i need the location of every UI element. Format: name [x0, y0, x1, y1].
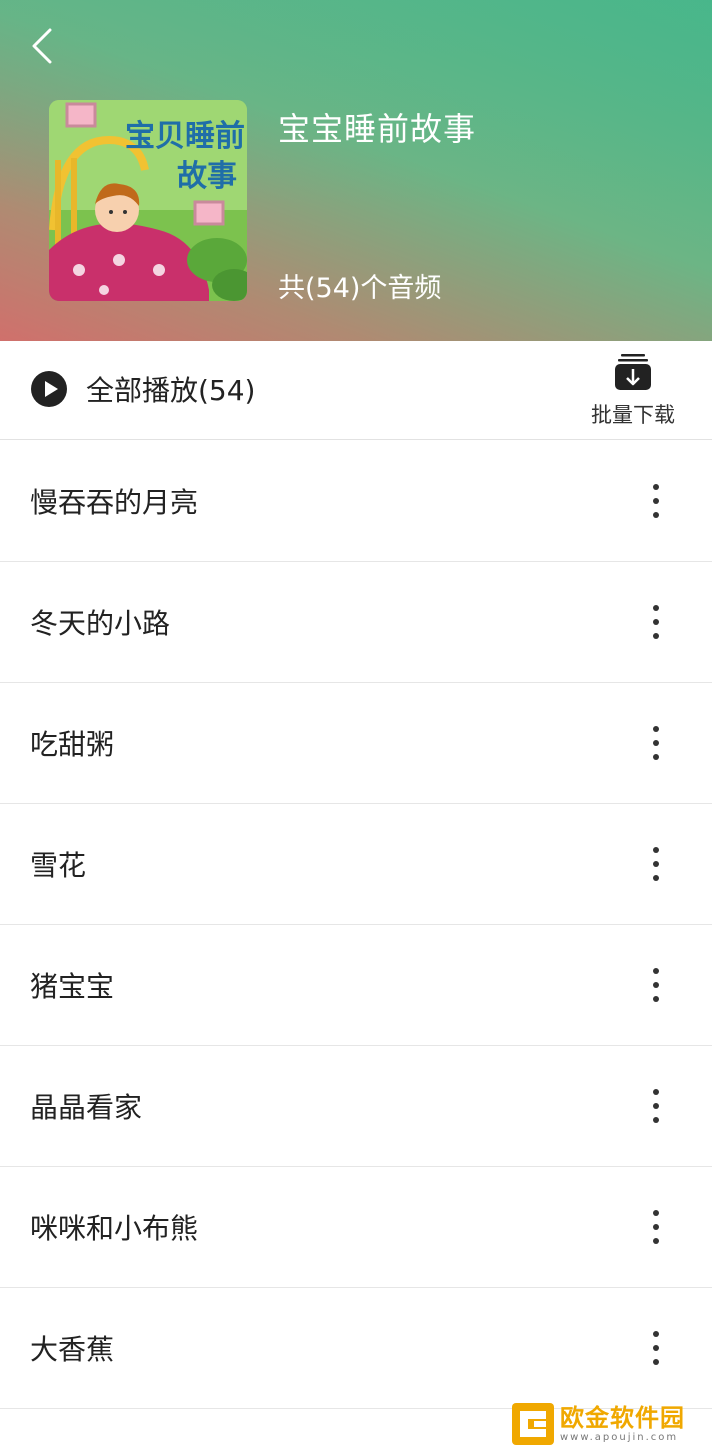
list-item[interactable]: 吃甜粥 [0, 683, 712, 804]
watermark-logo-icon [512, 1403, 554, 1445]
watermark-url: www.apoujin.com [560, 1432, 679, 1443]
more-button[interactable] [640, 965, 672, 1005]
batch-download-button[interactable]: 批量下载 [580, 353, 686, 433]
more-button[interactable] [640, 723, 672, 763]
play-circle-icon [31, 371, 67, 407]
track-title: 大香蕉 [30, 1333, 115, 1366]
more-button[interactable] [640, 1207, 672, 1247]
list-item[interactable]: 晶晶看家 [0, 1046, 712, 1167]
more-vertical-icon [653, 605, 659, 639]
list-item[interactable]: 猪宝宝 [0, 925, 712, 1046]
more-vertical-icon [653, 484, 659, 518]
watermark: 欧金软件园 www.apoujin.com [512, 1402, 708, 1446]
more-vertical-icon [653, 968, 659, 1002]
more-button[interactable] [640, 844, 672, 884]
cover-title-line2: 故事 [177, 159, 237, 194]
more-button[interactable] [640, 602, 672, 642]
more-vertical-icon [653, 1210, 659, 1244]
track-title: 慢吞吞的月亮 [30, 486, 199, 519]
album-header: 宝贝睡前 故事 宝宝睡前故事 共(54)个音频 [0, 0, 712, 341]
list-item[interactable]: 冬天的小路 [0, 562, 712, 683]
play-all-label: 全部播放(54) [86, 374, 256, 407]
more-button[interactable] [640, 481, 672, 521]
list-item[interactable]: 慢吞吞的月亮 [0, 441, 712, 562]
track-title: 冬天的小路 [30, 607, 171, 640]
more-vertical-icon [653, 726, 659, 760]
back-button[interactable] [22, 26, 62, 66]
album-cover: 宝贝睡前 故事 [49, 100, 247, 301]
watermark-name: 欧金软件园 [560, 1404, 685, 1432]
more-button[interactable] [640, 1328, 672, 1368]
track-title: 咪咪和小布熊 [30, 1212, 199, 1245]
more-vertical-icon [653, 1331, 659, 1365]
more-vertical-icon [653, 847, 659, 881]
batch-download-label: 批量下载 [591, 403, 675, 427]
album-title: 宝宝睡前故事 [278, 110, 477, 148]
track-title: 吃甜粥 [30, 728, 115, 761]
album-count: 共(54)个音频 [278, 273, 442, 304]
more-button[interactable] [640, 1086, 672, 1126]
more-vertical-icon [653, 1089, 659, 1123]
list-item[interactable]: 雪花 [0, 804, 712, 925]
track-title: 晶晶看家 [30, 1091, 143, 1124]
play-all-button[interactable]: 全部播放(54) [30, 369, 255, 409]
chevron-left-icon [32, 28, 52, 64]
track-title: 雪花 [30, 849, 87, 882]
cover-title-line1: 宝贝睡前 [125, 119, 245, 154]
list-item[interactable]: 大香蕉 [0, 1288, 712, 1409]
track-list: 慢吞吞的月亮 冬天的小路 吃甜粥 雪花 猪宝宝 晶晶看家 咪咪和小布熊 大香蕉 [0, 441, 712, 1409]
list-item[interactable]: 咪咪和小布熊 [0, 1167, 712, 1288]
play-bar: 全部播放(54) 批量下载 [0, 341, 712, 440]
batch-download-icon [615, 354, 651, 390]
track-title: 猪宝宝 [30, 970, 115, 1003]
